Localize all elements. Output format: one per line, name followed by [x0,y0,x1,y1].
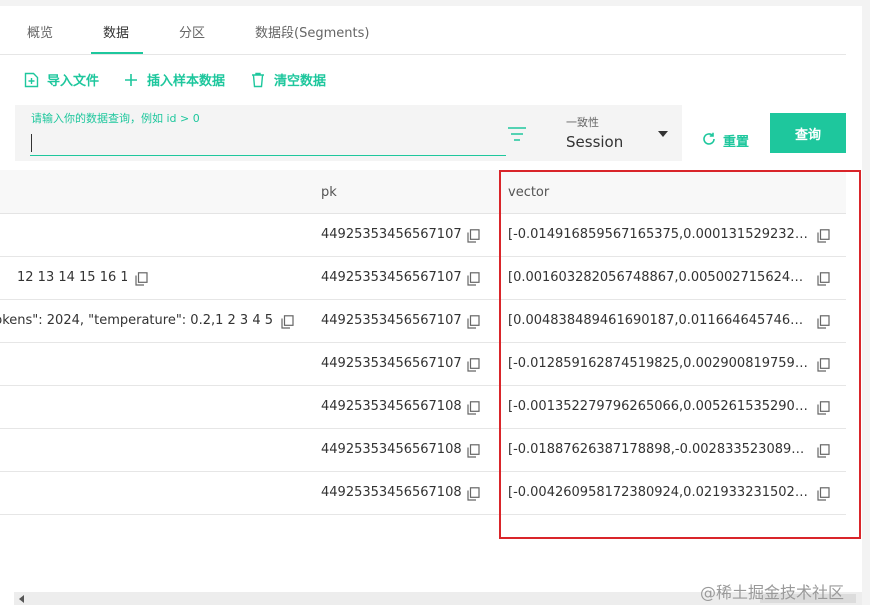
copy-icon[interactable] [467,229,480,243]
copy-icon[interactable] [817,401,830,415]
table-row: 12 13 14 15 16 17 449253534565671077 [0.… [0,257,846,300]
copy-icon[interactable] [817,487,830,501]
watermark: @稀土掘金技术社区 [700,583,845,602]
copy-icon[interactable] [817,315,830,329]
table-row: 449253534565671079 [-0.01285916287451982… [0,343,846,386]
plus-icon [122,71,140,89]
column-header-vector[interactable]: vector [508,185,549,200]
consistency-label: 一致性 [566,116,599,129]
text-caret [31,134,32,152]
table-cell-vector: [0.004838489461690187,0.011664645746350.… [508,313,808,328]
tab-segments[interactable]: 数据段(Segments) [255,22,369,41]
clear-data-label: 清空数据 [274,74,327,89]
query-bar: 请输入你的数据查询，例如 id > 0 一致性 Session [15,105,682,161]
reset-label: 重置 [723,135,750,150]
copy-icon[interactable] [817,229,830,243]
copy-icon[interactable] [817,358,830,372]
table-cell-vector: [-0.012859162874519825,0.002900819759815… [508,356,808,371]
table-row: 449253534565671082 [-0.00426095817238092… [0,472,846,515]
reset-button[interactable]: 重置 [702,131,749,150]
table-row: tokens": 2024, "temperature": 0.2,1 2 3 … [0,300,846,343]
tab-partitions[interactable]: 分区 [179,22,205,41]
tab-data[interactable]: 数据 [103,22,129,41]
consistency-value: Session [566,133,624,151]
table-cell-fields: 12 13 14 15 16 17 [17,270,127,285]
copy-icon[interactable] [281,315,294,329]
table-cell-vector: [-0.01887626387178898,-0.002833523089066… [508,442,808,457]
table-row: 449253534565671076 [-0.01491685956716537… [0,214,846,257]
active-tab-indicator [91,52,143,54]
table-cell-fields: tokens": 2024, "temperature": 0.2,1 2 3 … [0,313,273,328]
table-cell-pk: 449253534565671081 [321,442,461,457]
copy-icon[interactable] [467,487,480,501]
table-cell-pk: 449253534565671079 [321,356,461,371]
insert-sample-button[interactable]: 插入样本数据 [122,70,225,89]
chevron-down-icon [658,131,668,137]
copy-icon[interactable] [817,444,830,458]
copy-icon[interactable] [467,358,480,372]
column-header-pk[interactable]: pk [321,185,337,200]
copy-icon[interactable] [467,272,480,286]
trash-icon [249,71,267,89]
table-cell-vector: [-0.014916859567165375,0.000131529232021… [508,227,808,242]
tab-bar: 概览 数据 分区 数据段(Segments) [0,6,846,55]
table-cell-pk: 449253534565671082 [321,485,461,500]
query-input[interactable] [30,128,506,156]
reset-icon [702,132,716,150]
tab-overview[interactable]: 概览 [27,22,53,41]
copy-icon[interactable] [135,272,148,286]
copy-icon[interactable] [467,444,480,458]
table-row: 449253534565671080 [-0.00135227979626506… [0,386,846,429]
clear-data-button[interactable]: 清空数据 [249,70,326,89]
table-header: pk vector [0,170,846,214]
import-file-button[interactable]: 导入文件 [22,70,99,89]
copy-icon[interactable] [467,401,480,415]
table-cell-vector: [0.001603282056748867,0.0050027156248688… [508,270,808,285]
table-cell-pk: 449253534565671076 [321,227,461,242]
copy-icon[interactable] [467,315,480,329]
import-file-icon [22,71,40,89]
filter-icon[interactable] [507,125,527,143]
query-button[interactable]: 查询 [770,113,846,153]
copy-icon[interactable] [817,272,830,286]
import-file-label: 导入文件 [47,74,100,89]
insert-sample-label: 插入样本数据 [147,74,226,89]
data-panel: 概览 数据 分区 数据段(Segments) 导入文件 插入样本数据 清空数据 … [0,6,862,605]
table-cell-pk: 449253534565671078 [321,313,461,328]
table-cell-vector: [-0.001352279796265066,0.00526153529062.… [508,399,808,414]
scroll-left-arrow-icon[interactable] [19,595,24,603]
consistency-select[interactable]: 一致性 Session [566,114,676,154]
table-cell-pk: 449253534565671077 [321,270,461,285]
table-cell-vector: [-0.004260958172380924,0.021933231502771… [508,485,808,500]
table-row: 449253534565671081 [-0.01887626387178898… [0,429,846,472]
query-input-label: 请输入你的数据查询，例如 id > 0 [31,112,200,125]
table-cell-pk: 449253534565671080 [321,399,461,414]
